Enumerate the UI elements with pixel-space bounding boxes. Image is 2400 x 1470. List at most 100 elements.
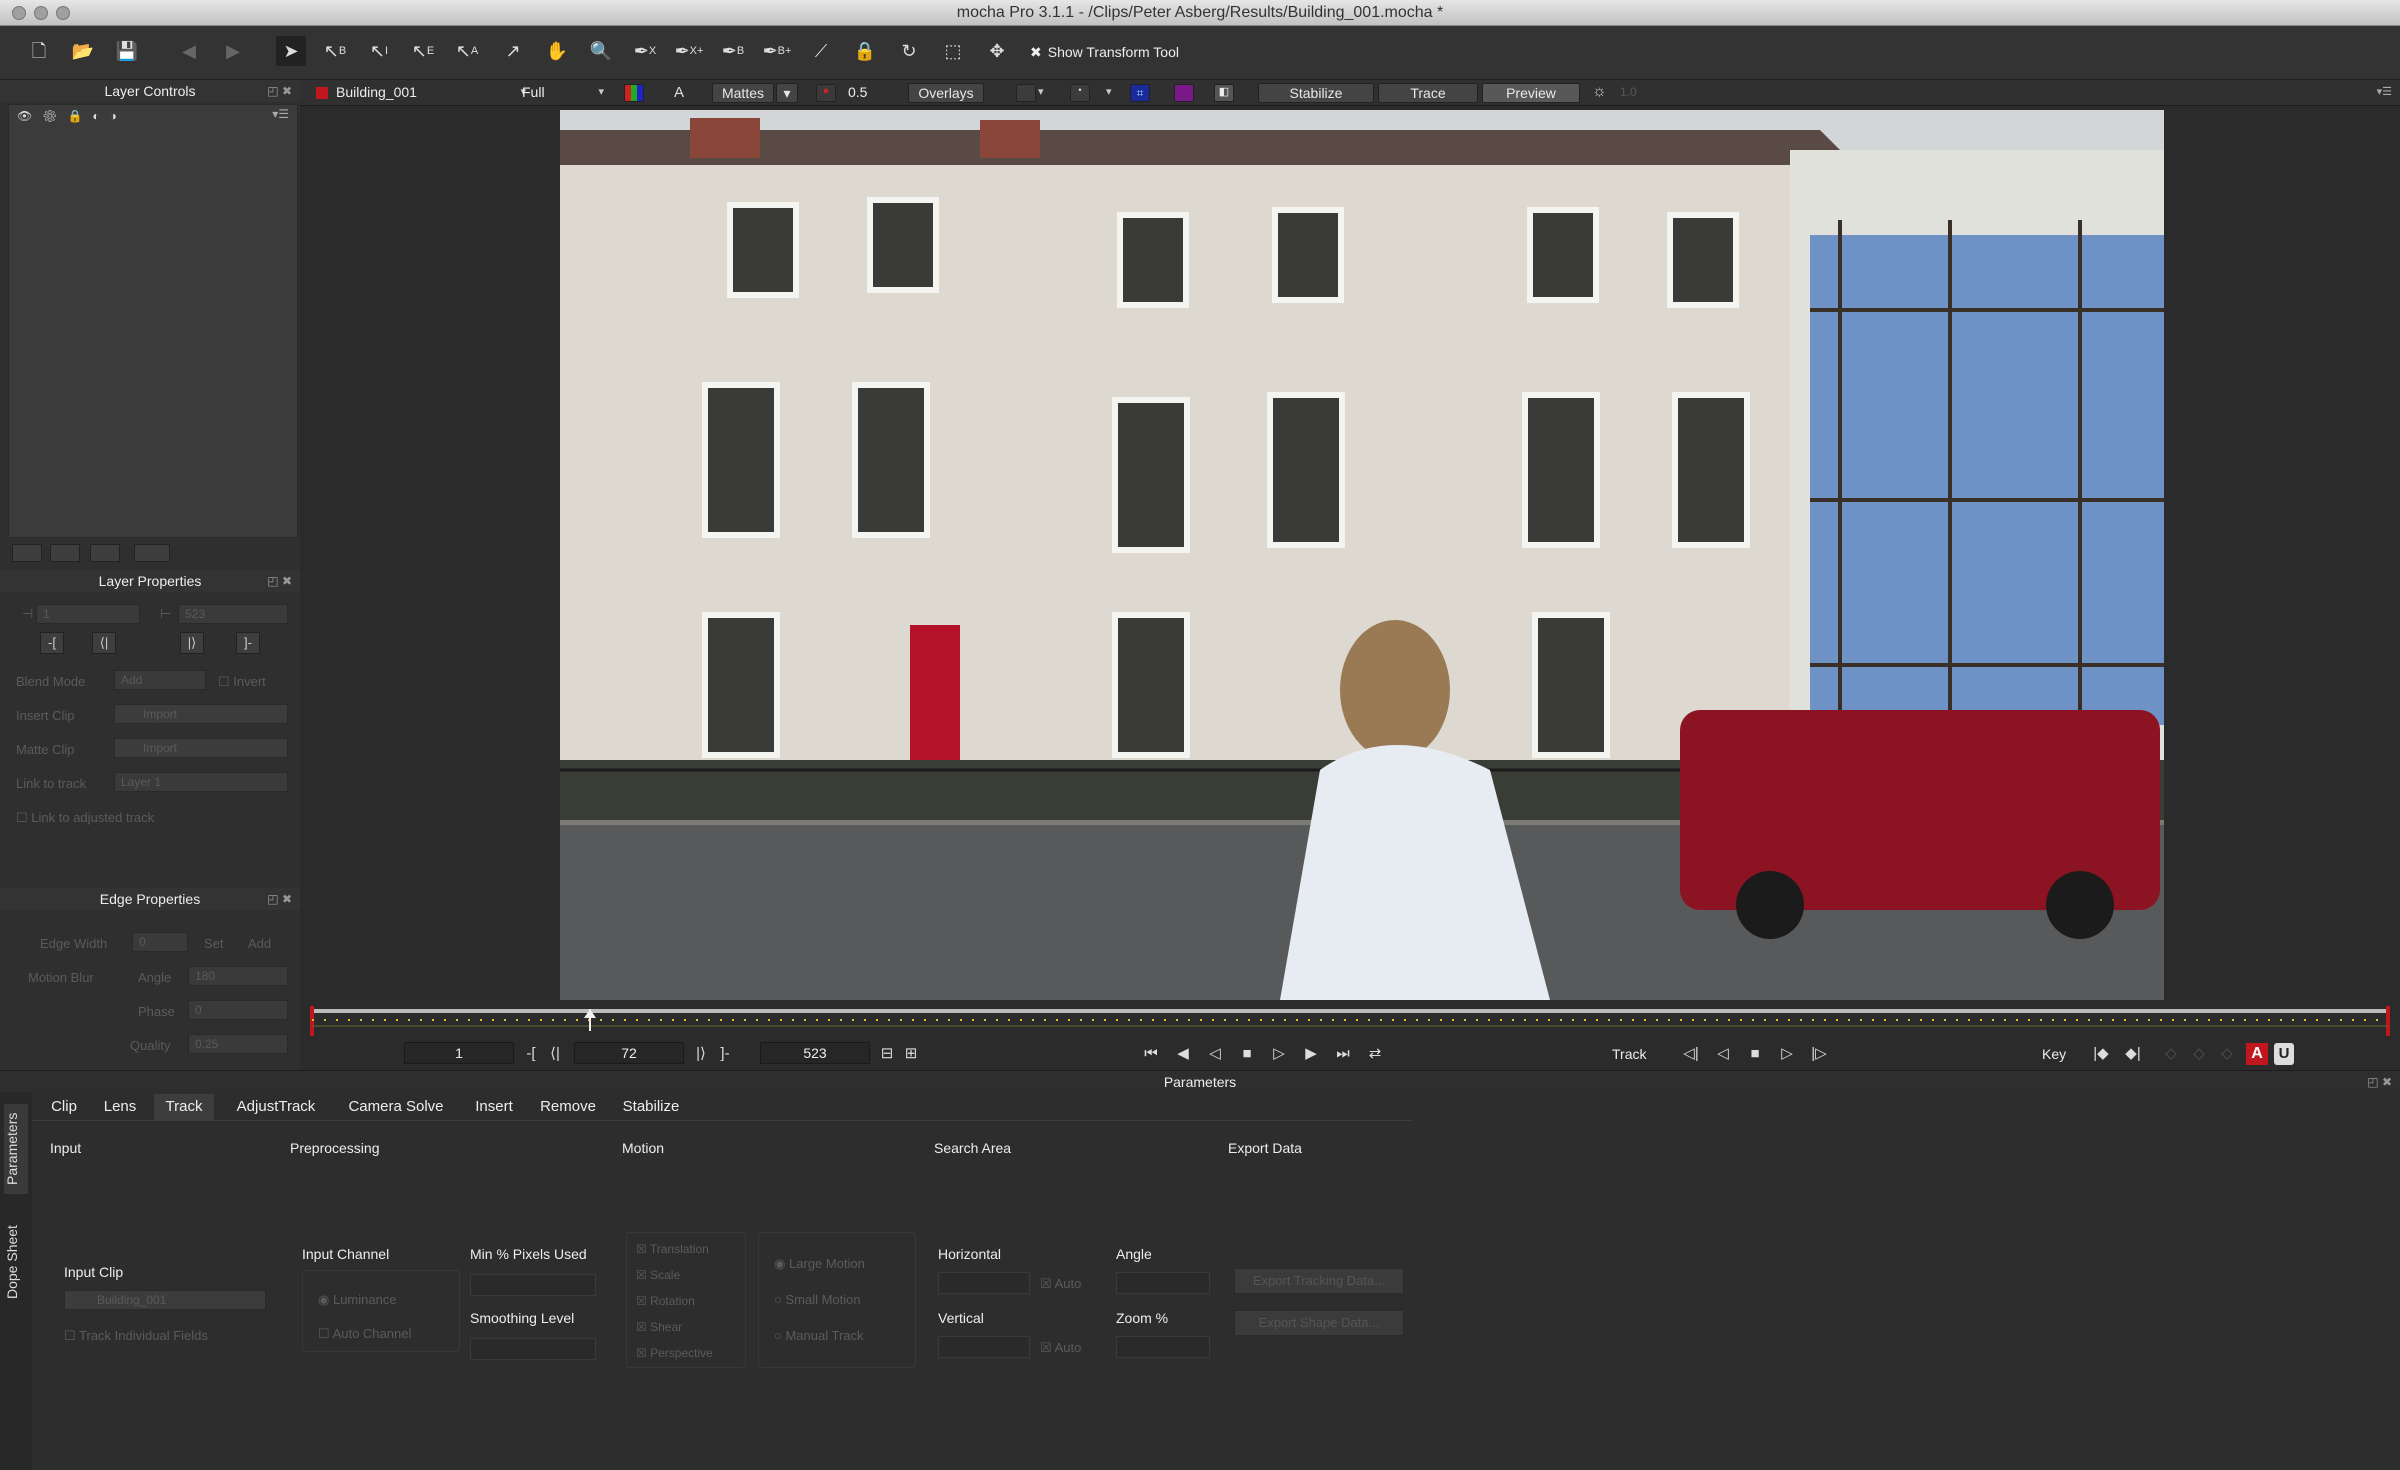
tab-camera-solve[interactable]: Camera Solve	[336, 1094, 456, 1120]
track-view-icon[interactable]: ◧	[1214, 84, 1234, 102]
pointer-icon[interactable]: ➤	[276, 36, 306, 66]
preview-button[interactable]: Preview	[1482, 83, 1580, 103]
edge-add-button[interactable]: Add	[248, 936, 271, 951]
set-in-button[interactable]: -[	[40, 632, 64, 654]
add-layer-folder-icon[interactable]	[12, 544, 42, 562]
trace-button[interactable]: Trace	[1378, 83, 1478, 103]
set-out-icon[interactable]: ]-	[714, 1043, 736, 1065]
export-shape-button[interactable]: Export Shape Data...	[1234, 1310, 1404, 1336]
video-frame[interactable]	[300, 106, 2400, 1006]
tab-remove[interactable]: Remove	[532, 1094, 604, 1120]
delete-key-icon[interactable]: ◇	[2188, 1043, 2210, 1065]
save-icon[interactable]: 💾	[112, 36, 142, 66]
forward-arrow-icon[interactable]: ▶	[218, 36, 248, 66]
chevron-down-icon[interactable]: ▾	[1038, 85, 1044, 98]
zoom-icon[interactable]: 🔍	[586, 36, 616, 66]
export-tracking-button[interactable]: Export Tracking Data...	[1234, 1268, 1404, 1294]
set-in-icon[interactable]: -[	[520, 1043, 542, 1065]
link-adjusted-checkbox[interactable]: ☐ Link to adjusted track	[16, 810, 154, 826]
matte-color-icon[interactable]: ●	[816, 84, 836, 102]
invert-checkbox[interactable]: ☐ Invert	[218, 674, 266, 690]
track-step-back-icon[interactable]: ◁	[1712, 1043, 1734, 1065]
alpha-channel-icon[interactable]: A	[674, 84, 684, 101]
tab-track[interactable]: Track	[154, 1094, 214, 1120]
reset-timeline-icon[interactable]: ⊞	[900, 1043, 922, 1065]
scale-icon[interactable]: ⬚	[938, 36, 968, 66]
track-fields-checkbox[interactable]: ☐ Track Individual Fields	[64, 1328, 208, 1344]
rotation-checkbox[interactable]: ☒ Rotation	[636, 1294, 695, 1308]
pointer-b-icon[interactable]: ↖B	[320, 36, 350, 66]
goto-in-button[interactable]: ⟨|	[92, 632, 116, 654]
goto-out-button[interactable]: |⟩	[180, 632, 204, 654]
goto-out-icon[interactable]: |⟩	[690, 1043, 712, 1065]
phase-field[interactable]: 0	[188, 1000, 288, 1020]
manual-track-radio[interactable]: ○ Manual Track	[774, 1328, 864, 1343]
horizontal-auto-checkbox[interactable]: ☒ Auto	[1040, 1276, 1081, 1292]
hand-icon[interactable]: ✋	[542, 36, 572, 66]
smoothing-field[interactable]	[470, 1338, 596, 1360]
side-tab-parameters[interactable]: Parameters	[4, 1104, 28, 1194]
track-forward-icon[interactable]: |▷	[1808, 1043, 1830, 1065]
play-forward-icon[interactable]: ▶	[1300, 1043, 1322, 1065]
overlay-grid-icon[interactable]	[1016, 84, 1036, 102]
overlays-button[interactable]: Overlays	[908, 83, 984, 103]
tab-insert[interactable]: Insert	[464, 1094, 524, 1120]
goto-start-icon[interactable]: ⏮	[1140, 1043, 1162, 1065]
next-key-icon[interactable]: ◆|	[2122, 1043, 2144, 1065]
motion-blur-checkbox[interactable]: Motion Blur	[28, 970, 94, 985]
panel-close-icon[interactable]: ◰ ✖	[267, 570, 292, 592]
stabilize-button[interactable]: Stabilize	[1258, 83, 1374, 103]
prev-key-icon[interactable]: |◆	[2090, 1043, 2112, 1065]
perspective-checkbox[interactable]: ☒ Perspective	[636, 1346, 713, 1360]
tab-adjusttrack[interactable]: AdjustTrack	[224, 1094, 328, 1120]
delete-layer-icon[interactable]	[90, 544, 120, 562]
out-point-field[interactable]: 523	[178, 604, 288, 624]
scale-checkbox[interactable]: ☒ Scale	[636, 1268, 680, 1282]
new-file-icon[interactable]: 🗋	[24, 36, 54, 66]
zoom-field[interactable]	[1116, 1336, 1210, 1358]
point-display-icon[interactable]: •	[1070, 84, 1090, 102]
show-transform-toggle[interactable]: ✖ Show Transform Tool	[1030, 44, 1179, 61]
auto-channel-checkbox[interactable]: ☐ Auto Channel	[318, 1326, 411, 1342]
vertical-field[interactable]	[938, 1336, 1030, 1358]
panel-close-icon[interactable]: ◰ ✖	[2367, 1071, 2392, 1093]
view-quality-select[interactable]: Full	[516, 83, 608, 103]
exposure-icon[interactable]: ☼	[1592, 83, 1607, 101]
input-clip-select[interactable]: Building_001	[64, 1290, 266, 1310]
clear-keys-icon[interactable]: ◇	[2216, 1043, 2238, 1065]
exposure-value[interactable]: 1.0	[1620, 85, 1637, 99]
quality-field[interactable]: 0.25	[188, 1034, 288, 1054]
viewer[interactable]	[300, 106, 2400, 1006]
angle-field[interactable]: 180	[188, 966, 288, 986]
pen-b-icon[interactable]: ✒B	[718, 36, 748, 66]
pointer-a-icon[interactable]: ↖A	[452, 36, 482, 66]
out-frame-field[interactable]: 523	[760, 1042, 870, 1064]
layer-menu-icon[interactable]: ▾☰	[272, 107, 289, 121]
horizontal-field[interactable]	[938, 1272, 1030, 1294]
pen-b-plus-icon[interactable]: ✒B+	[762, 36, 792, 66]
shear-checkbox[interactable]: ☒ Shear	[636, 1320, 682, 1334]
tab-lens[interactable]: Lens	[94, 1094, 146, 1120]
duplicate-layer-icon[interactable]	[50, 544, 80, 562]
side-tab-dope-sheet[interactable]: Dope Sheet	[4, 1212, 28, 1312]
mattes-button[interactable]: Mattes	[712, 83, 774, 103]
viewer-menu-icon[interactable]: ▾☰	[2377, 85, 2392, 98]
set-out-button[interactable]: ]-	[236, 632, 260, 654]
open-folder-icon[interactable]: 📂	[68, 36, 98, 66]
in-frame-field[interactable]: 1	[404, 1042, 514, 1064]
play-backward-icon[interactable]: ◀	[1172, 1043, 1194, 1065]
large-motion-radio[interactable]: ◉ Large Motion	[774, 1256, 865, 1272]
zoom-timeline-icon[interactable]: ⊟	[876, 1043, 898, 1065]
clip-select[interactable]: Building_001	[330, 83, 530, 103]
current-frame-field[interactable]: 72	[574, 1042, 684, 1064]
move-icon[interactable]: ✥	[982, 36, 1012, 66]
track-stop-icon[interactable]: ■	[1744, 1043, 1766, 1065]
add-key-icon[interactable]: ◇	[2160, 1043, 2182, 1065]
min-pixels-field[interactable]	[470, 1274, 596, 1296]
autokey-button[interactable]: A	[2246, 1043, 2268, 1065]
link-track-select[interactable]: Layer 1	[114, 772, 288, 792]
join-icon[interactable]: ⟋	[806, 36, 836, 66]
back-arrow-icon[interactable]: ◀	[174, 36, 204, 66]
layer-list[interactable]: 👁⚙🔒◐◑ ▾☰	[8, 104, 298, 538]
pen-x-icon[interactable]: ✒X	[630, 36, 660, 66]
